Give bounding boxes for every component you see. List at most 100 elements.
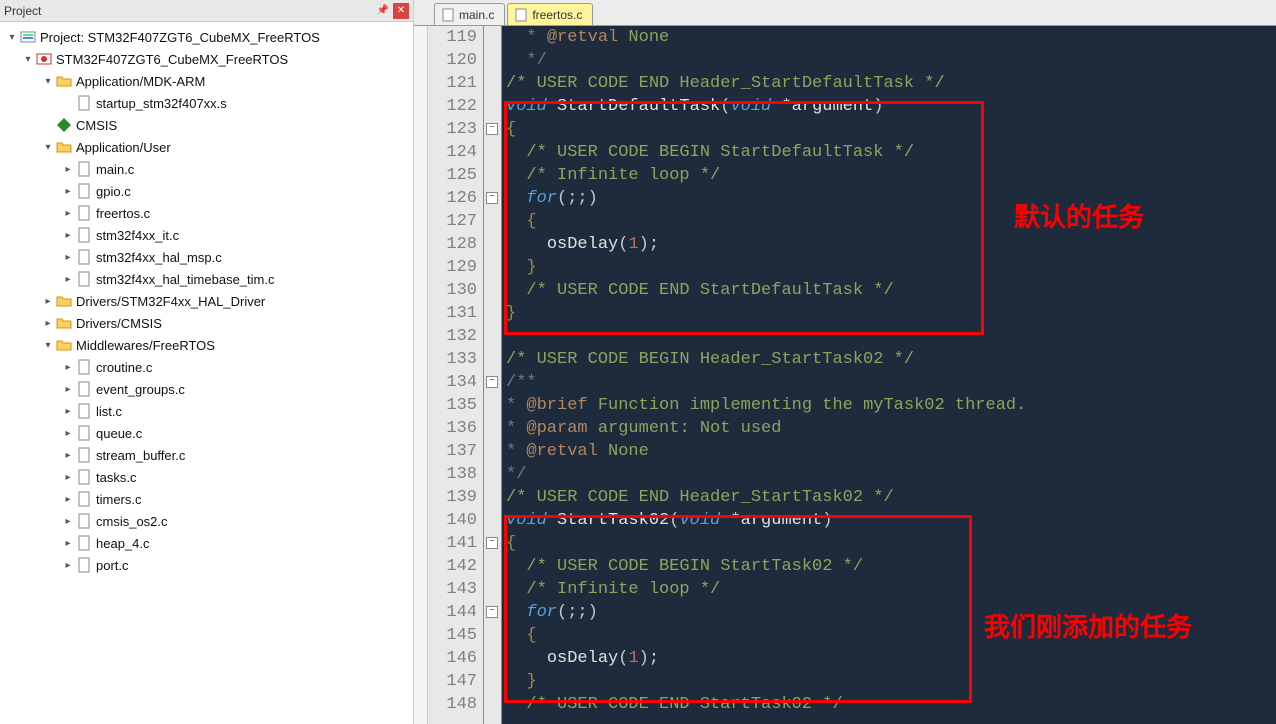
code-line[interactable]: /* USER CODE BEGIN StartDefaultTask */ <box>506 141 1276 164</box>
expand-icon[interactable]: ▸ <box>62 185 74 197</box>
tree-file-streambuffer[interactable]: ▸stream_buffer.c <box>0 444 413 466</box>
tree-file-it[interactable]: ▸stm32f4xx_it.c <box>0 224 413 246</box>
tree-folder-user[interactable]: ▾ Application/User <box>0 136 413 158</box>
tree-cmsis[interactable]: CMSIS <box>0 114 413 136</box>
pin-icon[interactable]: 📌 <box>375 3 391 19</box>
code-line[interactable]: for(;;) <box>506 187 1276 210</box>
line-number-gutter: 1191201211221231241251261271281291301311… <box>428 26 484 724</box>
tree-file-gpio[interactable]: ▸ gpio.c <box>0 180 413 202</box>
fold-toggle-icon[interactable]: − <box>486 192 498 204</box>
tree-folder-middlewares[interactable]: ▾Middlewares/FreeRTOS <box>0 334 413 356</box>
expand-icon[interactable]: ▸ <box>62 383 74 395</box>
tree-folder-mdkarm[interactable]: ▾ Application/MDK-ARM <box>0 70 413 92</box>
expand-icon[interactable]: ▸ <box>42 317 54 329</box>
tree-label: CMSIS <box>76 118 117 133</box>
code-line[interactable]: /* USER CODE END StartDefaultTask */ <box>506 279 1276 302</box>
line-number: 127 <box>428 210 477 233</box>
tree-label: Drivers/CMSIS <box>76 316 162 331</box>
code-line[interactable]: /* USER CODE END StartTask02 */ <box>506 693 1276 716</box>
expand-icon[interactable]: ▸ <box>62 405 74 417</box>
line-number: 128 <box>428 233 477 256</box>
code-line[interactable]: { <box>506 210 1276 233</box>
expand-icon[interactable]: ▸ <box>62 251 74 263</box>
code-line[interactable]: * @param argument: Not used <box>506 417 1276 440</box>
expand-icon[interactable]: ▾ <box>42 339 54 351</box>
tree-file-timers[interactable]: ▸timers.c <box>0 488 413 510</box>
tree-file-freertos[interactable]: ▸ freertos.c <box>0 202 413 224</box>
close-panel-button[interactable]: ✕ <box>393 3 409 19</box>
code-line[interactable]: /** <box>506 371 1276 394</box>
tree-file-main[interactable]: ▸main.c <box>0 158 413 180</box>
expand-icon[interactable]: ▾ <box>22 53 34 65</box>
tree-label: freertos.c <box>96 206 150 221</box>
tree-folder-driverscmsis[interactable]: ▸ Drivers/CMSIS <box>0 312 413 334</box>
code-line[interactable] <box>506 325 1276 348</box>
expand-icon[interactable]: ▸ <box>62 361 74 373</box>
expand-icon[interactable]: ▸ <box>62 163 74 175</box>
tree-file-startup[interactable]: startup_stm32f407xx.s <box>0 92 413 114</box>
expand-icon[interactable]: ▸ <box>62 427 74 439</box>
tree-label: gpio.c <box>96 184 131 199</box>
code-line[interactable]: * @retval None <box>506 26 1276 49</box>
code-line[interactable]: } <box>506 670 1276 693</box>
code-line[interactable]: osDelay(1); <box>506 647 1276 670</box>
expand-icon[interactable]: ▸ <box>62 449 74 461</box>
code-editor[interactable]: 1191201211221231241251261271281291301311… <box>414 26 1276 724</box>
fold-toggle-icon[interactable]: − <box>486 606 498 618</box>
code-line[interactable]: /* USER CODE END Header_StartDefaultTask… <box>506 72 1276 95</box>
code-line[interactable]: /* USER CODE BEGIN Header_StartTask02 */ <box>506 348 1276 371</box>
code-line[interactable]: /* Infinite loop */ <box>506 164 1276 187</box>
code-line[interactable]: /* USER CODE END Header_StartTask02 */ <box>506 486 1276 509</box>
code-line[interactable]: void StartDefaultTask(void *argument) <box>506 95 1276 118</box>
code-line[interactable]: osDelay(1); <box>506 233 1276 256</box>
project-tree[interactable]: ▾ Project: STM32F407ZGT6_CubeMX_FreeRTOS… <box>0 22 413 580</box>
expand-icon[interactable]: ▸ <box>42 295 54 307</box>
fold-toggle-icon[interactable]: − <box>486 123 498 135</box>
code-line[interactable]: * @brief Function implementing the myTas… <box>506 394 1276 417</box>
tree-file-queue[interactable]: ▸queue.c <box>0 422 413 444</box>
expand-icon[interactable]: ▸ <box>62 515 74 527</box>
expand-icon[interactable]: ▸ <box>62 559 74 571</box>
tree-file-eventgroups[interactable]: ▸event_groups.c <box>0 378 413 400</box>
code-line[interactable]: { <box>506 118 1276 141</box>
tab-freertos-c[interactable]: freertos.c <box>507 3 593 25</box>
expand-icon[interactable]: ▾ <box>6 31 18 43</box>
tree-file-cmsisos2[interactable]: ▸ cmsis_os2.c <box>0 510 413 532</box>
expand-icon[interactable]: ▸ <box>62 471 74 483</box>
code-line[interactable]: /* Infinite loop */ <box>506 578 1276 601</box>
expand-icon[interactable]: ▸ <box>62 229 74 241</box>
code-line[interactable]: void StartTask02(void *argument) <box>506 509 1276 532</box>
expand-icon[interactable]: ▾ <box>42 141 54 153</box>
code-line[interactable]: { <box>506 532 1276 555</box>
tree-target[interactable]: ▾ STM32F407ZGT6_CubeMX_FreeRTOS <box>0 48 413 70</box>
expand-icon[interactable]: ▸ <box>62 207 74 219</box>
annotation-default-task: 默认的任务 <box>1014 206 1144 229</box>
line-number: 147 <box>428 670 477 693</box>
tree-file-timebase[interactable]: ▸stm32f4xx_hal_timebase_tim.c <box>0 268 413 290</box>
tree-file-tasks[interactable]: ▸tasks.c <box>0 466 413 488</box>
fold-toggle-icon[interactable]: − <box>486 537 498 549</box>
code-line[interactable]: * @retval None <box>506 440 1276 463</box>
expand-icon[interactable]: ▸ <box>62 273 74 285</box>
expand-icon[interactable]: ▸ <box>62 537 74 549</box>
expand-icon[interactable]: ▾ <box>42 75 54 87</box>
tree-label: cmsis_os2.c <box>96 514 168 529</box>
tree-file-halmsp[interactable]: ▸stm32f4xx_hal_msp.c <box>0 246 413 268</box>
tree-label: list.c <box>96 404 122 419</box>
tree-file-croutine[interactable]: ▸croutine.c <box>0 356 413 378</box>
tree-file-heap4[interactable]: ▸heap_4.c <box>0 532 413 554</box>
line-number: 148 <box>428 693 477 716</box>
tree-folder-haldriver[interactable]: ▸Drivers/STM32F4xx_HAL_Driver <box>0 290 413 312</box>
code-line[interactable]: */ <box>506 49 1276 72</box>
fold-toggle-icon[interactable]: − <box>486 376 498 388</box>
code-line[interactable]: /* USER CODE BEGIN StartTask02 */ <box>506 555 1276 578</box>
cmsis-icon <box>56 117 72 133</box>
tree-file-port[interactable]: ▸port.c <box>0 554 413 576</box>
code-line[interactable]: */ <box>506 463 1276 486</box>
code-line[interactable]: } <box>506 302 1276 325</box>
code-line[interactable]: } <box>506 256 1276 279</box>
expand-icon[interactable]: ▸ <box>62 493 74 505</box>
tab-main-c[interactable]: main.c <box>434 3 505 25</box>
tree-file-list[interactable]: ▸ list.c <box>0 400 413 422</box>
tree-root[interactable]: ▾ Project: STM32F407ZGT6_CubeMX_FreeRTOS <box>0 26 413 48</box>
